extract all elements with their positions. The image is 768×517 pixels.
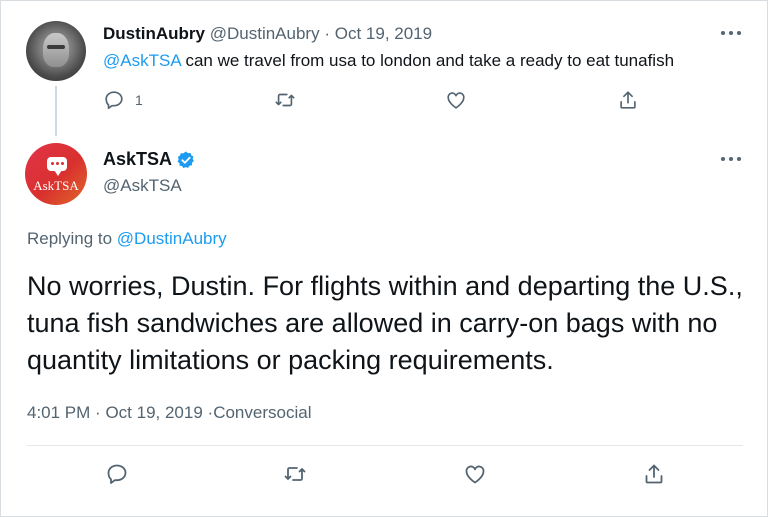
avatar-eyes [47,45,65,49]
retweet-button[interactable] [274,89,296,111]
like-button[interactable] [463,462,487,486]
tweet1-text-body: can we travel from usa to london and tak… [180,51,675,70]
tweet2-meta: 4:01 PM · Oct 19, 2019 ·Conversocial [27,403,311,423]
thread-connector-line [55,86,57,136]
meta-separator-1: · [95,403,101,422]
tweet2-display-name[interactable]: AskTSA [103,149,172,170]
tweet1-header: DustinAubry @DustinAubry · Oct 19, 2019 [103,24,432,44]
chat-dots [51,162,64,165]
like-button[interactable] [445,89,467,111]
retweet-button[interactable] [283,462,307,486]
replying-to-handle[interactable]: @DustinAubry [117,229,227,248]
tweet2-text: No worries, Dustin. For flights within a… [27,271,743,375]
tweet1-text: @AskTSA can we travel from usa to london… [103,51,674,71]
avatar-dustinaubry[interactable] [26,21,86,81]
tweet1-separator: · [324,24,330,43]
avatar-logo-text: AskTSA [33,178,79,193]
replying-to: Replying to @DustinAubry [27,229,227,249]
replying-prefix: Replying to [27,229,117,248]
tweet1-mention[interactable]: @AskTSA [103,51,181,70]
heart-icon [447,92,465,109]
verified-badge-icon [177,151,194,168]
share-icon [645,464,663,484]
reply-button[interactable] [105,462,129,486]
tweet1-display-name[interactable]: DustinAubry [103,24,205,43]
more-dots-icon[interactable] [721,157,743,163]
avatar-asktsa[interactable]: AskTSA [25,143,87,205]
tweet2-handle[interactable]: @AskTSA [103,176,182,196]
tweet1-date[interactable]: Oct 19, 2019 [335,24,432,43]
tweet2-name-row: AskTSA [103,149,196,170]
avatar-face [43,33,69,67]
reply-icon [107,464,127,484]
tweet1-handle[interactable]: @DustinAubry [210,24,320,43]
tweet2-time[interactable]: 4:01 PM [27,403,90,422]
share-button[interactable] [642,462,666,486]
heart-icon [465,465,485,484]
reply-count: 1 [135,92,143,108]
retweet-icon [284,467,306,481]
tweet-thread [0,0,768,517]
more-dots-icon[interactable] [721,31,743,37]
share-button[interactable] [617,89,639,111]
retweet-icon [275,93,295,107]
tweet2-source[interactable]: Conversocial [213,403,311,422]
reply-button[interactable]: 1 [103,89,143,111]
divider [27,445,743,446]
share-icon [620,91,636,109]
tweet2-date[interactable]: Oct 19, 2019 [105,403,202,422]
reply-icon [105,91,123,110]
